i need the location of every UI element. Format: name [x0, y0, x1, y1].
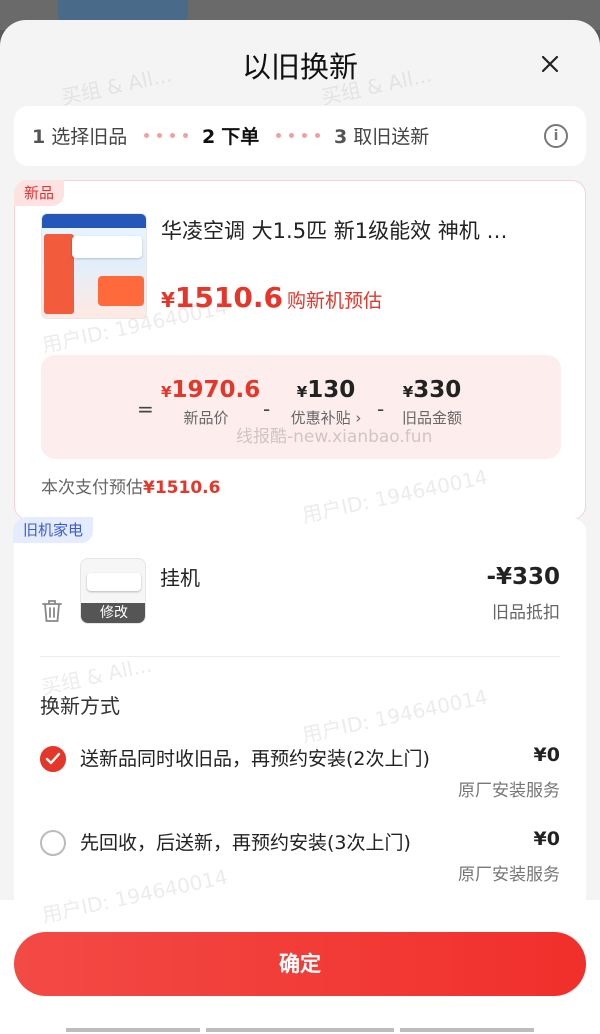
- method-title: 换新方式: [40, 694, 120, 718]
- step-1: 1 选择旧品: [32, 126, 128, 148]
- payment-estimate: 本次支付预估¥1510.6: [41, 478, 221, 498]
- old-appliance-deduction: -¥330: [486, 564, 560, 590]
- price-breakdown: = ¥1970.6 新品价 - ¥130 优惠补贴 › - ¥330 旧品金额: [41, 355, 561, 459]
- option-service: 原厂安装服务: [458, 781, 560, 801]
- home-indicator: [400, 1028, 534, 1032]
- minus-sign: -: [377, 397, 385, 421]
- old-appliance-image: 修改: [80, 558, 146, 624]
- method-option-1[interactable]: 送新品同时收旧品，再预约安装(2次上门) ¥0 原厂安装服务: [40, 744, 560, 804]
- estimated-price: ¥1510.6 购新机预估: [161, 281, 382, 314]
- radio-unchecked-icon[interactable]: [40, 830, 66, 856]
- option-label: 先回收，后送新，再预约安装(3次上门): [80, 832, 411, 854]
- step-dots: [276, 133, 320, 139]
- option-label: 送新品同时收旧品，再预约安装(2次上门): [80, 748, 430, 770]
- old-appliance-card: 旧机家电 修改 挂机 -¥330 旧品抵扣 换新方式 送新品同时收旧品，再预约安…: [13, 517, 586, 918]
- info-icon[interactable]: i: [544, 124, 568, 148]
- edit-button[interactable]: 修改: [81, 603, 145, 623]
- new-product-card: 新品 华凌空调 大1.5匹 新1级能效 神机 … ¥1510.6 购新机预估 = …: [14, 180, 586, 520]
- option-price: ¥0: [533, 828, 560, 850]
- step-indicator: 1 选择旧品 2 下单 3 取旧送新 i: [14, 106, 586, 166]
- product-image[interactable]: [41, 213, 147, 319]
- subsidy-cell[interactable]: ¥130 优惠补贴 ›: [281, 377, 371, 428]
- home-indicator: [66, 1028, 200, 1032]
- option-service: 原厂安装服务: [458, 865, 560, 885]
- confirm-button[interactable]: 确定: [14, 932, 586, 996]
- method-option-2[interactable]: 先回收，后送新，再预约安装(3次上门) ¥0 原厂安装服务: [40, 828, 560, 888]
- radio-checked-icon[interactable]: [40, 746, 66, 772]
- close-icon[interactable]: [534, 48, 566, 80]
- product-name[interactable]: 华凌空调 大1.5匹 新1级能效 神机 …: [161, 215, 561, 245]
- footer-bar: 确定: [0, 900, 600, 1034]
- home-indicator: [206, 1028, 394, 1032]
- old-value-cell: ¥330 旧品金额: [401, 377, 462, 427]
- trade-in-sheet: 以旧换新 1 选择旧品 2 下单 3 取旧送新 i 新品 华凌空调 大1.5匹 新1级…: [0, 20, 600, 1034]
- equals-sign: =: [137, 397, 154, 421]
- old-appliance-tag: 旧机家电: [13, 517, 94, 543]
- new-product-tag: 新品: [14, 180, 65, 206]
- old-appliance-name: 挂机: [160, 566, 200, 590]
- background-thumbnail: [58, 0, 188, 22]
- minus-sign: -: [263, 397, 271, 421]
- step-2: 2 下单: [202, 126, 260, 148]
- sheet-title: 以旧换新: [241, 50, 358, 84]
- step-dots: [144, 133, 188, 139]
- option-price: ¥0: [533, 744, 560, 766]
- new-price-cell: ¥1970.6 新品价: [161, 377, 261, 427]
- trash-icon[interactable]: [40, 598, 64, 624]
- step-3: 3 取旧送新: [334, 126, 430, 148]
- deduction-label: 旧品抵扣: [492, 603, 560, 623]
- divider: [40, 656, 560, 657]
